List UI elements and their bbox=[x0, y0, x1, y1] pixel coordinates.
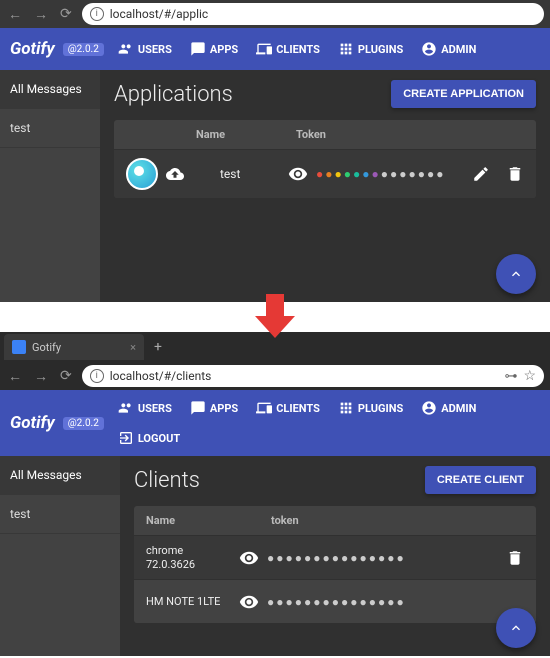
version-badge: @2.0.2 bbox=[63, 43, 104, 56]
nav-admin[interactable]: ADMIN bbox=[415, 37, 482, 61]
edit-icon[interactable] bbox=[472, 165, 490, 183]
applications-table: Name Token test ●●●●●●●●●●●●●● bbox=[114, 120, 536, 198]
nav-items: USERS APPS CLIENTS PLUGINS ADMIN bbox=[112, 37, 540, 61]
nav-apps[interactable]: APPS bbox=[184, 396, 244, 420]
key-icon[interactable]: ⊶ bbox=[504, 369, 517, 384]
logout-icon bbox=[118, 430, 134, 446]
token-hidden: ●●●●●●●●●●●●●● bbox=[316, 167, 464, 181]
back-icon[interactable]: ← bbox=[6, 4, 24, 25]
browser-toolbar-top: ← → ⟳ i localhost/#/applic bbox=[0, 0, 550, 28]
nav-apps[interactable]: APPS bbox=[184, 37, 244, 61]
tab-title: Gotify bbox=[32, 341, 61, 354]
url-bar[interactable]: i localhost/#/clients ⊶ ☆ bbox=[82, 365, 544, 387]
upload-icon[interactable] bbox=[166, 165, 184, 183]
url-bar[interactable]: i localhost/#/applic bbox=[82, 3, 544, 25]
col-name: Name bbox=[196, 128, 296, 141]
token-hidden: ●●●●●●●●●●●●●●● bbox=[267, 595, 524, 609]
browser-tab[interactable]: Gotify × bbox=[4, 334, 144, 360]
info-icon[interactable]: i bbox=[90, 369, 104, 383]
table-header: Name token bbox=[134, 506, 536, 535]
eye-icon[interactable] bbox=[288, 164, 308, 184]
sidebar-item-test[interactable]: test bbox=[0, 109, 100, 148]
create-application-button[interactable]: CREATE APPLICATION bbox=[391, 80, 536, 108]
create-client-button[interactable]: CREATE CLIENT bbox=[425, 466, 536, 494]
main-content: Applications CREATE APPLICATION Name Tok… bbox=[100, 70, 550, 302]
scroll-top-fab[interactable] bbox=[496, 254, 536, 294]
url-text: localhost/#/applic bbox=[110, 7, 536, 21]
page-title: Applications bbox=[114, 82, 233, 107]
nav-plugins[interactable]: PLUGINS bbox=[332, 37, 409, 61]
reload-icon[interactable]: ⟳ bbox=[58, 366, 74, 386]
chevron-up-icon bbox=[508, 266, 524, 282]
forward-icon[interactable]: → bbox=[32, 366, 50, 387]
arrow-down-icon bbox=[255, 294, 295, 338]
apps-icon bbox=[190, 41, 206, 57]
sidebar: All Messages test bbox=[0, 70, 100, 302]
sidebar-item-all[interactable]: All Messages bbox=[0, 70, 100, 109]
table-row: chrome 72.0.3626 ●●●●●●●●●●●●●●● bbox=[134, 535, 536, 579]
back-icon[interactable]: ← bbox=[6, 366, 24, 387]
apps-icon bbox=[190, 400, 206, 416]
app-body-bottom: All Messages test Clients CREATE CLIENT … bbox=[0, 456, 550, 656]
nav-plugins[interactable]: PLUGINS bbox=[332, 396, 409, 420]
new-tab-button[interactable]: + bbox=[144, 339, 172, 355]
table-header: Name Token bbox=[114, 120, 536, 149]
app-avatar bbox=[126, 158, 158, 190]
info-icon[interactable]: i bbox=[90, 7, 104, 21]
page-header: Clients CREATE CLIENT bbox=[134, 466, 536, 494]
col-token: Token bbox=[296, 128, 524, 141]
version-badge: @2.0.2 bbox=[63, 417, 104, 430]
clients-table: Name token chrome 72.0.3626 ●●●●●●●●●●●●… bbox=[134, 506, 536, 623]
delete-icon[interactable] bbox=[506, 165, 524, 183]
star-icon[interactable]: ☆ bbox=[523, 368, 536, 384]
nav-clients[interactable]: CLIENTS bbox=[250, 37, 326, 61]
row-actions bbox=[472, 165, 524, 183]
nav-clients[interactable]: CLIENTS bbox=[250, 396, 326, 420]
url-text: localhost/#/clients bbox=[110, 369, 499, 383]
token-hidden: ●●●●●●●●●●●●●●● bbox=[267, 551, 498, 565]
users-icon bbox=[118, 41, 134, 57]
app-body-top: All Messages test Applications CREATE AP… bbox=[0, 70, 550, 302]
nav-items: USERS APPS CLIENTS PLUGINS ADMIN LOGOUT bbox=[112, 396, 540, 450]
plugins-icon bbox=[338, 41, 354, 57]
col-name: Name bbox=[146, 514, 231, 527]
sidebar-item-all[interactable]: All Messages bbox=[0, 456, 120, 495]
admin-icon bbox=[421, 400, 437, 416]
cell-name: chrome 72.0.3626 bbox=[146, 544, 231, 570]
admin-icon bbox=[421, 41, 437, 57]
delete-icon[interactable] bbox=[506, 549, 524, 567]
nav-logout[interactable]: LOGOUT bbox=[112, 426, 540, 450]
nav-users[interactable]: USERS bbox=[112, 37, 178, 61]
cell-name: HM NOTE 1LTE bbox=[146, 595, 231, 608]
plugins-icon bbox=[338, 400, 354, 416]
app-header-top: Gotify @2.0.2 USERS APPS CLIENTS PLUGINS… bbox=[0, 28, 550, 70]
close-icon[interactable]: × bbox=[130, 341, 136, 354]
nav-admin[interactable]: ADMIN bbox=[415, 396, 482, 420]
forward-icon[interactable]: → bbox=[32, 4, 50, 25]
clients-icon bbox=[256, 400, 272, 416]
sidebar: All Messages test bbox=[0, 456, 120, 656]
users-icon bbox=[118, 400, 134, 416]
chevron-up-icon bbox=[508, 620, 524, 636]
cell-name: test bbox=[220, 167, 280, 181]
scroll-top-fab[interactable] bbox=[496, 608, 536, 648]
brand-logo[interactable]: Gotify bbox=[10, 413, 55, 433]
browser-toolbar-bottom: ← → ⟳ i localhost/#/clients ⊶ ☆ bbox=[0, 362, 550, 390]
table-row: HM NOTE 1LTE ●●●●●●●●●●●●●●● bbox=[134, 579, 536, 623]
table-row: test ●●●●●●●●●●●●●● bbox=[114, 149, 536, 198]
eye-icon[interactable] bbox=[239, 592, 259, 612]
tab-favicon bbox=[12, 340, 26, 354]
brand-logo[interactable]: Gotify bbox=[10, 39, 55, 59]
nav-users[interactable]: USERS bbox=[112, 396, 178, 420]
page-header: Applications CREATE APPLICATION bbox=[114, 80, 536, 108]
app-header-bottom: Gotify @2.0.2 USERS APPS CLIENTS PLUGINS… bbox=[0, 390, 550, 456]
page-title: Clients bbox=[134, 468, 200, 493]
reload-icon[interactable]: ⟳ bbox=[58, 4, 74, 24]
col-token: token bbox=[271, 514, 524, 527]
clients-icon bbox=[256, 41, 272, 57]
sidebar-item-test[interactable]: test bbox=[0, 495, 120, 534]
main-content: Clients CREATE CLIENT Name token chrome … bbox=[120, 456, 550, 656]
eye-icon[interactable] bbox=[239, 548, 259, 568]
